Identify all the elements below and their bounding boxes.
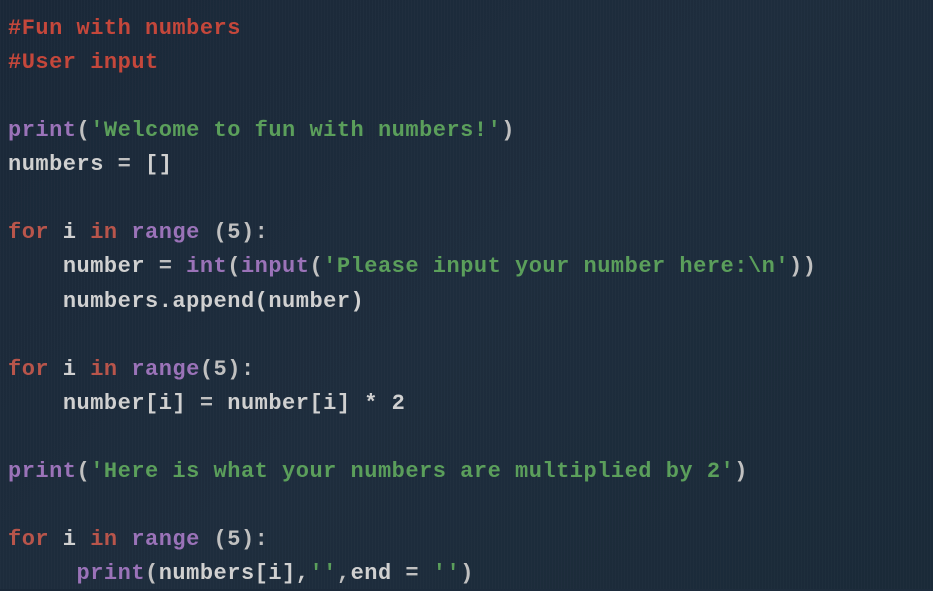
print-call: print bbox=[77, 561, 146, 586]
identifier: number[i] bbox=[63, 391, 200, 416]
keyword-in: in bbox=[90, 357, 117, 382]
range-call: range bbox=[131, 527, 200, 552]
paren: ) bbox=[460, 561, 474, 586]
keyword-for: for bbox=[8, 527, 49, 552]
keyword-in: in bbox=[90, 527, 117, 552]
operator: = bbox=[200, 391, 214, 416]
method-call: numbers.append(number) bbox=[63, 289, 364, 314]
input-call: input bbox=[241, 254, 310, 279]
identifier: numbers bbox=[8, 152, 118, 177]
code-line-5: numbers = [] bbox=[8, 148, 925, 182]
blank-line bbox=[8, 80, 925, 114]
indent bbox=[8, 254, 63, 279]
identifier: numbers[i], bbox=[159, 561, 310, 586]
list-literal: [] bbox=[131, 152, 172, 177]
string-literal: '' bbox=[309, 561, 336, 586]
operator: = bbox=[405, 561, 419, 586]
print-call: print bbox=[8, 118, 77, 143]
range-call: range bbox=[131, 220, 200, 245]
code-editor[interactable]: #Fun with numbers #User input print('Wel… bbox=[8, 12, 925, 591]
code-line-14: print('Here is what your numbers are mul… bbox=[8, 455, 925, 489]
string-literal: '' bbox=[419, 561, 460, 586]
code-line-4: print('Welcome to fun with numbers!') bbox=[8, 114, 925, 148]
code-line-8: number = int(input('Please input your nu… bbox=[8, 250, 925, 284]
identifier: number bbox=[63, 254, 159, 279]
blank-line bbox=[8, 182, 925, 216]
paren: ( bbox=[309, 254, 323, 279]
string-literal: 'Here is what your numbers are multiplie… bbox=[90, 459, 734, 484]
comment-text: #Fun with numbers bbox=[8, 16, 241, 41]
string-literal: 'Please input your number here:\n' bbox=[323, 254, 789, 279]
identifier: i bbox=[49, 527, 90, 552]
code-line-2: #User input bbox=[8, 46, 925, 80]
space bbox=[118, 527, 132, 552]
code-line-1: #Fun with numbers bbox=[8, 12, 925, 46]
code-line-7: for i in range (5): bbox=[8, 216, 925, 250]
comma: , bbox=[337, 561, 351, 586]
identifier: i bbox=[49, 220, 90, 245]
paren: ) bbox=[501, 118, 515, 143]
paren-args: (5): bbox=[200, 220, 269, 245]
paren: ) bbox=[734, 459, 748, 484]
string-literal: 'Welcome to fun with numbers!' bbox=[90, 118, 501, 143]
code-line-9: numbers.append(number) bbox=[8, 285, 925, 319]
code-line-16: for i in range (5): bbox=[8, 523, 925, 557]
indent bbox=[8, 391, 63, 416]
identifier: i bbox=[49, 357, 90, 382]
paren: )) bbox=[789, 254, 816, 279]
number-literal: * 2 bbox=[364, 391, 405, 416]
paren: ( bbox=[77, 118, 91, 143]
paren-args: (5): bbox=[200, 527, 269, 552]
operator: = bbox=[159, 254, 173, 279]
paren-args: (5): bbox=[200, 357, 255, 382]
indent bbox=[8, 561, 77, 586]
int-call: int bbox=[172, 254, 227, 279]
blank-line bbox=[8, 489, 925, 523]
range-call: range bbox=[131, 357, 200, 382]
space bbox=[118, 357, 132, 382]
paren: ( bbox=[227, 254, 241, 279]
identifier: number[i] bbox=[214, 391, 365, 416]
keyword-in: in bbox=[90, 220, 117, 245]
keyword-for: for bbox=[8, 220, 49, 245]
print-call: print bbox=[8, 459, 77, 484]
operator: = bbox=[118, 152, 132, 177]
code-line-12: number[i] = number[i] * 2 bbox=[8, 387, 925, 421]
code-line-17: print(numbers[i],'',end = '') bbox=[8, 557, 925, 591]
space bbox=[118, 220, 132, 245]
comment-text: #User input bbox=[8, 50, 159, 75]
paren: ( bbox=[77, 459, 91, 484]
kwarg: end bbox=[351, 561, 406, 586]
blank-line bbox=[8, 319, 925, 353]
blank-line bbox=[8, 421, 925, 455]
keyword-for: for bbox=[8, 357, 49, 382]
paren: ( bbox=[145, 561, 159, 586]
indent bbox=[8, 289, 63, 314]
code-line-11: for i in range(5): bbox=[8, 353, 925, 387]
